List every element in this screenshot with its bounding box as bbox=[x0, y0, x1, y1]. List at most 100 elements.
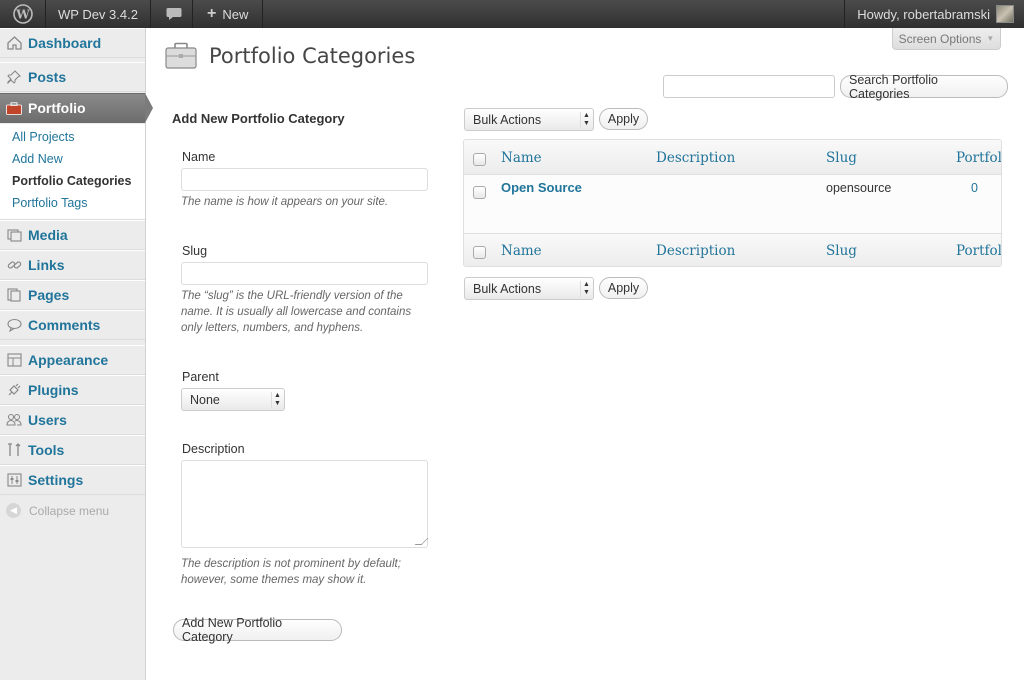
parent-select-value: None bbox=[190, 392, 220, 407]
column-slug-footer[interactable]: Slug bbox=[826, 243, 857, 259]
collapse-arrow-icon: ◀ bbox=[6, 503, 21, 518]
current-menu-pointer bbox=[145, 93, 153, 123]
sidebar-item-media[interactable]: Media bbox=[0, 220, 145, 250]
collapse-menu-button[interactable]: ◀ Collapse menu bbox=[6, 503, 109, 518]
sidebar-item-links[interactable]: Links bbox=[0, 250, 145, 280]
description-textarea[interactable] bbox=[181, 460, 429, 548]
page-title: Portfolio Categories bbox=[209, 44, 416, 68]
sidebar-item-label: Tools bbox=[28, 442, 65, 458]
sidebar-item-label: Comments bbox=[28, 317, 101, 333]
table-header: Name Description Slug Portfolio bbox=[464, 140, 1001, 175]
description-label: Description bbox=[182, 442, 245, 456]
bulk-actions-value: Bulk Actions bbox=[473, 281, 542, 296]
sidebar-item-pages[interactable]: Pages bbox=[0, 280, 145, 310]
apply-button-bottom[interactable]: Apply bbox=[599, 277, 648, 299]
submenu-portfolio-tags[interactable]: Portfolio Tags bbox=[12, 196, 88, 210]
table-row: Open Source opensource 0 bbox=[464, 175, 1001, 233]
select-all-checkbox-footer[interactable] bbox=[473, 246, 486, 259]
parent-label: Parent bbox=[182, 370, 219, 384]
plus-icon: + bbox=[207, 5, 217, 22]
slug-description: The “slug” is the URL-friendly version o… bbox=[181, 290, 412, 334]
sidebar-item-users[interactable]: Users bbox=[0, 405, 145, 435]
sidebar-item-label: Links bbox=[28, 257, 65, 273]
bulk-actions-value: Bulk Actions bbox=[473, 112, 542, 127]
comment-icon bbox=[6, 317, 22, 333]
submenu-all-projects[interactable]: All Projects bbox=[12, 130, 75, 144]
row-name-link[interactable]: Open Source bbox=[501, 180, 582, 195]
wordpress-logo-icon[interactable]: W bbox=[0, 0, 46, 28]
categories-table: Name Description Slug Portfolio Open Sou… bbox=[463, 139, 1002, 267]
sidebar-item-tools[interactable]: Tools bbox=[0, 435, 145, 465]
portfolio-submenu: All Projects Add New Portfolio Categorie… bbox=[0, 124, 145, 220]
sidebar-item-appearance[interactable]: Appearance bbox=[0, 345, 145, 375]
bulk-actions-select-top[interactable]: Bulk Actions ▲ ▼ bbox=[464, 108, 594, 131]
appearance-icon bbox=[6, 352, 22, 368]
sidebar-item-label: Users bbox=[28, 412, 67, 428]
screen-options-button[interactable]: Screen Options ▼ bbox=[892, 28, 1001, 50]
slug-field[interactable] bbox=[181, 262, 428, 285]
tools-icon bbox=[6, 442, 22, 458]
column-name-footer[interactable]: Name bbox=[501, 243, 542, 259]
sidebar-item-label: Plugins bbox=[28, 382, 79, 398]
dashboard-icon bbox=[6, 35, 22, 51]
sidebar-item-posts[interactable]: Posts bbox=[0, 62, 145, 92]
submenu-add-new[interactable]: Add New bbox=[12, 152, 63, 166]
sidebar-item-portfolio[interactable]: Portfolio bbox=[0, 93, 145, 123]
collapse-label: Collapse menu bbox=[29, 503, 110, 518]
add-new-category-button[interactable]: Add New Portfolio Category bbox=[173, 616, 342, 644]
pages-icon bbox=[6, 287, 22, 303]
screen-options-label: Screen Options bbox=[898, 31, 982, 46]
column-description-footer[interactable]: Description bbox=[656, 243, 735, 259]
account-menu[interactable]: Howdy, robertabramski bbox=[844, 0, 1024, 28]
sidebar-item-label: Dashboard bbox=[28, 35, 102, 51]
search-input[interactable] bbox=[663, 75, 835, 98]
apply-button-top[interactable]: Apply bbox=[599, 108, 648, 130]
select-arrows-icon: ▲ ▼ bbox=[580, 281, 590, 297]
howdy-label: Howdy, robertabramski bbox=[857, 6, 990, 22]
name-field[interactable] bbox=[181, 168, 428, 191]
column-portfolio[interactable]: Portfolio bbox=[956, 150, 1001, 166]
sidebar-item-label: Settings bbox=[28, 472, 84, 488]
parent-select[interactable]: None ▲ ▼ bbox=[181, 388, 285, 411]
admin-sidebar: Dashboard Posts Portfolio All Projects A… bbox=[0, 28, 153, 680]
comments-icon[interactable] bbox=[155, 0, 193, 28]
resize-handle-icon[interactable] bbox=[414, 538, 429, 545]
portfolio-briefcase-icon bbox=[165, 42, 197, 70]
chevron-down-icon: ▼ bbox=[986, 34, 995, 43]
media-icon bbox=[6, 227, 22, 243]
row-slug: opensource bbox=[826, 181, 892, 195]
users-icon bbox=[6, 412, 22, 428]
form-heading: Add New Portfolio Category bbox=[172, 111, 345, 126]
sidebar-item-settings[interactable]: Settings bbox=[0, 465, 145, 495]
admin-bar: W WP Dev 3.4.2 + New Howdy, robertabrams… bbox=[0, 0, 1024, 28]
sidebar-item-label: Portfolio bbox=[28, 100, 86, 116]
new-label: New bbox=[222, 6, 249, 22]
bulk-actions-select-bottom[interactable]: Bulk Actions ▲ ▼ bbox=[464, 277, 594, 300]
column-portfolio-footer[interactable]: Portfolio bbox=[956, 243, 1001, 259]
select-all-checkbox[interactable] bbox=[473, 153, 486, 166]
row-count-link[interactable]: 0 bbox=[971, 181, 978, 195]
sidebar-item-label: Pages bbox=[28, 287, 70, 303]
select-arrows-icon: ▲ ▼ bbox=[271, 392, 281, 408]
slug-label: Slug bbox=[182, 244, 208, 258]
select-arrows-icon: ▲ ▼ bbox=[580, 112, 590, 128]
site-name-link[interactable]: WP Dev 3.4.2 bbox=[46, 0, 151, 28]
new-content-button[interactable]: + New bbox=[193, 0, 264, 28]
pin-icon bbox=[6, 69, 22, 85]
sidebar-item-label: Media bbox=[28, 227, 68, 243]
sidebar-item-plugins[interactable]: Plugins bbox=[0, 375, 145, 405]
column-name[interactable]: Name bbox=[501, 150, 542, 166]
briefcase-icon bbox=[6, 100, 22, 116]
table-footer: Name Description Slug Portfolio bbox=[464, 233, 1001, 266]
submenu-portfolio-categories[interactable]: Portfolio Categories bbox=[12, 174, 131, 188]
avatar bbox=[996, 5, 1014, 23]
sidebar-item-comments[interactable]: Comments bbox=[0, 310, 145, 340]
row-checkbox[interactable] bbox=[473, 186, 486, 199]
column-slug[interactable]: Slug bbox=[826, 150, 857, 166]
description-help: The description is not prominent by defa… bbox=[181, 558, 401, 586]
search-categories-button[interactable]: Search Portfolio Categories bbox=[840, 73, 1008, 101]
sidebar-item-dashboard[interactable]: Dashboard bbox=[0, 28, 145, 58]
column-description[interactable]: Description bbox=[656, 150, 735, 166]
svg-text:W: W bbox=[15, 8, 30, 22]
link-icon bbox=[6, 257, 22, 273]
